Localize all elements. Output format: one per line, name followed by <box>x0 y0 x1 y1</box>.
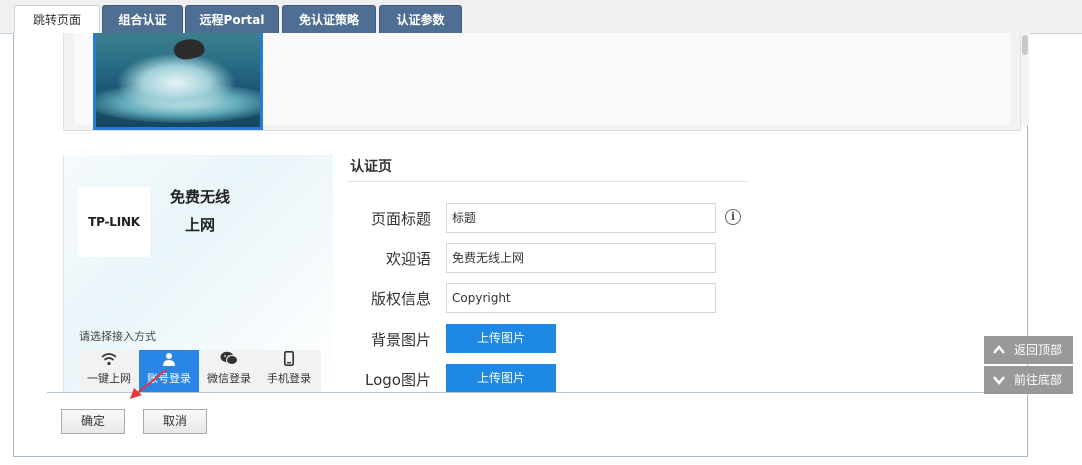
choose-method-label: 请选择接入方式 <box>79 330 156 343</box>
preview-title-line1: 免费无线 <box>169 188 230 206</box>
tab-combined-auth[interactable]: 组合认证 <box>102 5 183 34</box>
login-methods: 一键上网 账号登录 微信登录 手机登录 <box>79 350 321 392</box>
method-phone-login[interactable]: 手机登录 <box>259 350 319 392</box>
logo-text: TP-LINK <box>88 215 140 229</box>
tab-auth-params[interactable]: 认证参数 <box>379 5 462 34</box>
back-to-top-label: 返回顶部 <box>1014 343 1063 357</box>
preview-scrollbar[interactable] <box>1021 33 1029 125</box>
confirm-button[interactable]: 确定 <box>61 409 125 434</box>
portal-phone-preview: TP-LINK 免费无线 上网 请选择接入方式 一键上网 账号登录 微信登录 手… <box>63 155 333 392</box>
footer-divider <box>47 392 1028 393</box>
welcome-label: 欢迎语 <box>385 250 431 268</box>
section-divider <box>347 181 747 182</box>
cancel-button[interactable]: 取消 <box>143 409 207 434</box>
copyright-label: 版权信息 <box>370 290 431 308</box>
tab-auth-free-policy[interactable]: 免认证策略 <box>282 5 376 34</box>
upload-background-button[interactable]: 上传图片 <box>446 324 556 353</box>
back-to-top-button[interactable]: 返回顶部 <box>984 336 1073 364</box>
info-icon[interactable]: i <box>725 209 741 225</box>
wechat-icon <box>199 350 259 372</box>
background-image-thumbnail[interactable] <box>93 33 263 130</box>
scrollbar-thumb[interactable] <box>1022 35 1028 55</box>
preview-title: 免费无线 上网 <box>160 183 240 239</box>
method-wechat-login[interactable]: 微信登录 <box>199 350 259 392</box>
page-title-input[interactable]: 标题 <box>446 203 716 233</box>
tab-redirect-page[interactable]: 跳转页面 <box>14 5 100 35</box>
upload-logo-button[interactable]: 上传图片 <box>446 364 556 392</box>
phone-icon <box>259 350 319 372</box>
background-image-label: 背景图片 <box>370 331 431 349</box>
tab-bar: 跳转页面 组合认证 远程Portal 免认证策略 认证参数 <box>0 0 1082 35</box>
method-label: 手机登录 <box>267 372 311 385</box>
logo-image-label: Logo图片 <box>365 371 431 389</box>
method-label: 微信登录 <box>207 372 251 385</box>
chevron-down-icon <box>992 366 1006 405</box>
page-title-label: 页面标题 <box>370 210 431 228</box>
welcome-input[interactable]: 免费无线上网 <box>446 243 716 273</box>
wave-shape <box>116 53 236 113</box>
go-to-bottom-label: 前往底部 <box>1014 373 1063 387</box>
logo-preview: TP-LINK <box>78 187 150 257</box>
copyright-input[interactable]: Copyright <box>446 283 716 313</box>
tab-remote-portal[interactable]: 远程Portal <box>185 5 279 34</box>
go-to-bottom-button[interactable]: 前往底部 <box>984 366 1073 394</box>
preview-title-line2: 上网 <box>184 216 215 234</box>
red-arrow-icon <box>130 369 167 399</box>
section-title: 认证页 <box>350 159 392 175</box>
page: 跳转页面 组合认证 远程Portal 免认证策略 认证参数 TP-LINK 免费… <box>0 0 1082 465</box>
